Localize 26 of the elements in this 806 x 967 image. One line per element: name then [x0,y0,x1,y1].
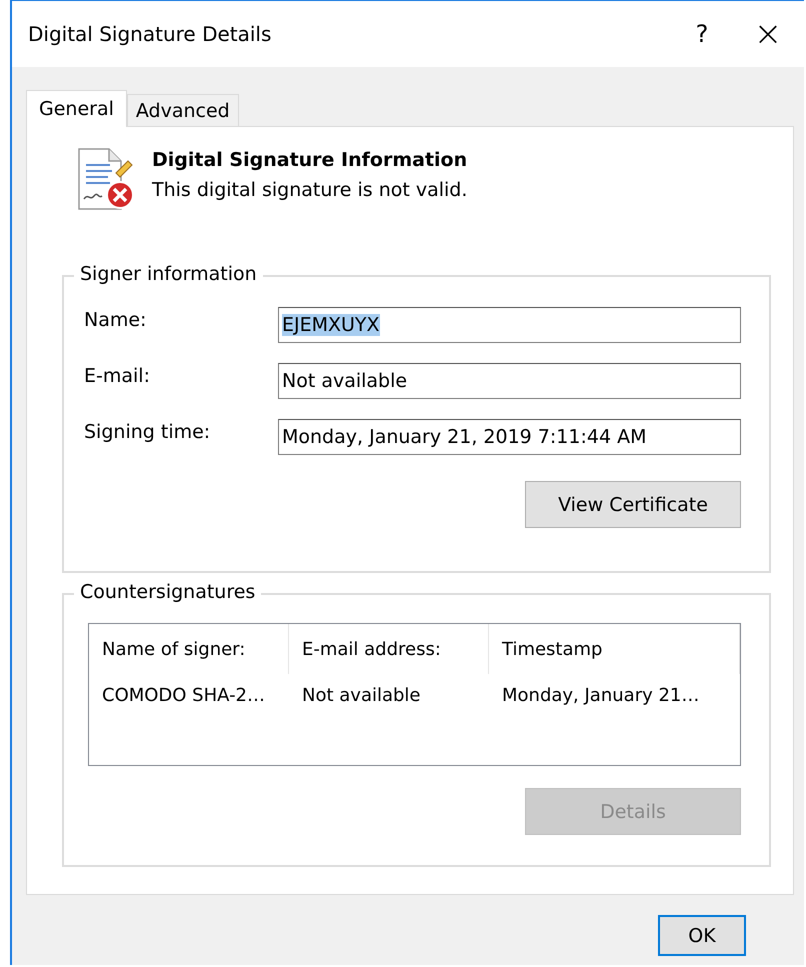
table-cell-text: Not available [301,684,422,708]
section-heading: Digital Signature Information [152,149,468,171]
status-text: This digital signature is not valid. [152,179,468,201]
help-button[interactable]: ? [672,9,732,59]
text-field[interactable]: Not available [278,363,741,399]
ok-button[interactable]: OK [658,915,746,956]
column-header[interactable]: E-mail address: [289,624,489,674]
field-value: Monday, January 21, 2019 7:11:44 AM [282,426,646,448]
field-label: Name: [84,308,148,331]
field-value: EJEMXUYX [282,314,380,336]
group-label: Signer information [74,263,263,285]
field-value: Not available [282,370,408,392]
table-cell-text: COMODO SHA-2… [101,684,266,708]
tab[interactable]: General [26,90,127,127]
tab[interactable]: Advanced [126,94,239,126]
text-field[interactable]: EJEMXUYX [278,307,741,343]
table-cell-text: Monday, January 21… [501,684,700,708]
group-label: Countersignatures [74,581,262,603]
window-title: Digital Signature Details [28,22,272,46]
column-header[interactable]: Name of signer: [89,624,289,674]
column-header[interactable]: Timestamp [489,624,740,674]
close-button[interactable]: × [738,9,798,59]
field-label: E-mail: [84,364,151,387]
text-field[interactable]: Monday, January 21, 2019 7:11:44 AM [278,419,741,455]
field-label: Signing time: [84,420,212,443]
button[interactable]: View Certificate [525,481,741,528]
